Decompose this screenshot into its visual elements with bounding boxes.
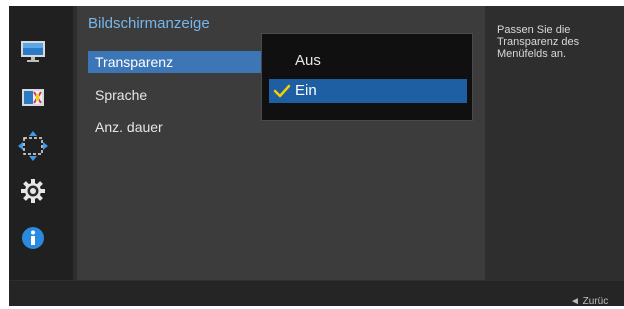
- gear-icon: [21, 179, 45, 203]
- bottom-bar: [9, 281, 624, 306]
- option-aus[interactable]: Aus: [269, 49, 467, 73]
- color-adjust-icon: [22, 89, 44, 106]
- help-text: Passen Sie die Transparenz des Menüfelds…: [497, 24, 580, 60]
- menu-item-transparenz[interactable]: Transparenz: [88, 51, 271, 73]
- monitor-icon: [21, 41, 45, 62]
- option-label: Aus: [295, 52, 321, 69]
- menu-item-label: Transparenz: [95, 54, 174, 70]
- picture-menu-button[interactable]: [17, 37, 49, 65]
- color-menu-button[interactable]: [17, 84, 49, 112]
- menu-item-label: Sprache: [95, 87, 148, 103]
- system-menu-button[interactable]: [17, 177, 49, 205]
- position-size-icon: [18, 131, 48, 161]
- option-ein[interactable]: Ein: [269, 79, 467, 103]
- option-label: Ein: [295, 82, 317, 99]
- transparency-options-popup: Aus Ein: [261, 33, 473, 121]
- menu-item-sprache[interactable]: Sprache: [88, 84, 147, 106]
- checkmark-icon: [273, 84, 291, 98]
- menu-title: Bildschirmanzeige: [88, 15, 210, 32]
- menu-item-anz-dauer[interactable]: Anz. dauer: [88, 116, 163, 138]
- back-button[interactable]: ◄ Zurüc: [570, 296, 608, 307]
- information-button[interactable]: [17, 224, 49, 252]
- menu-item-label: Anz. dauer: [95, 119, 163, 135]
- info-icon: [22, 227, 44, 249]
- position-size-button[interactable]: [17, 131, 49, 161]
